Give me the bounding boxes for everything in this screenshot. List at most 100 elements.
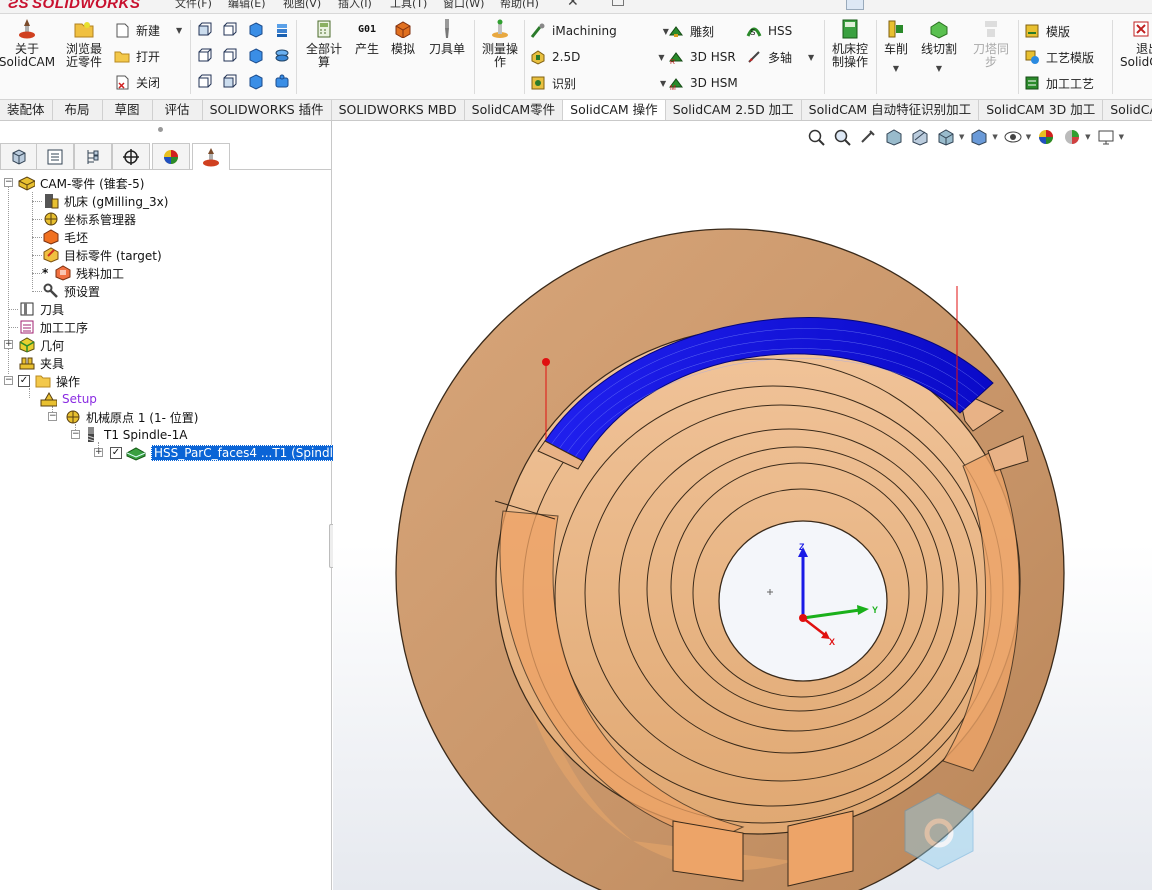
tab-solidcam-part[interactable]: SolidCAM零件 — [465, 100, 564, 120]
part-model-3d[interactable]: Z Y X — [333, 121, 1152, 890]
tool-sheet-button[interactable]: 刀具单 — [424, 18, 470, 56]
expander-operations[interactable]: − — [4, 376, 13, 385]
stack-icon[interactable] — [274, 22, 290, 38]
multiaxis-dropdown-icon[interactable]: ▼ — [808, 53, 814, 62]
cube-wire-icon-2[interactable] — [222, 22, 238, 38]
menu-view[interactable]: 视图(V) — [283, 0, 321, 11]
calculate-all-button[interactable]: 全部计 算 — [302, 18, 346, 69]
hsr-3d-button[interactable]: R 3D HSR — [668, 47, 736, 67]
operation-checkbox[interactable]: ✓ — [110, 447, 122, 459]
close-button[interactable]: 关闭 — [114, 72, 160, 92]
expander-machine-origin[interactable]: − — [48, 412, 57, 421]
expander-tool[interactable]: − — [71, 430, 80, 439]
select-arrow-icon[interactable] — [846, 0, 864, 10]
cube-blue-icon-2[interactable] — [248, 48, 264, 64]
cube-blue-icon[interactable] — [248, 22, 264, 38]
turning-dropdown-icon[interactable]: ▼ — [893, 62, 899, 75]
hsm-3d-button[interactable]: M 3D HSM — [668, 73, 738, 93]
graphics-area[interactable]: ▼ ▼ ▼ ▼ ▼ Z Y X — [333, 121, 1152, 890]
tree-process[interactable]: 加工工序 — [18, 318, 88, 336]
recognize-dropdown-icon[interactable]: ▼ — [660, 79, 666, 88]
open-button[interactable]: 打开 — [114, 46, 160, 66]
tab-solidcam-multiaxis[interactable]: SolidCAM 多轴加工 — [1103, 100, 1152, 120]
tab-feature-manager[interactable] — [0, 143, 38, 169]
template-button[interactable]: 模版 — [1024, 21, 1070, 41]
tab-solidworks-mbd[interactable]: SOLIDWORKS MBD — [332, 100, 465, 120]
new-button[interactable]: 新建 ▼ — [114, 20, 182, 40]
panel-collapse-handle[interactable] — [158, 127, 163, 132]
menu-tools[interactable]: 工具(T) — [390, 0, 427, 11]
tree-machine[interactable]: 机床 (gMilling_3x) — [42, 192, 168, 210]
new-dropdown-icon[interactable]: ▼ — [176, 26, 182, 35]
simulate-button[interactable]: 模拟 — [386, 18, 420, 56]
layers-icon[interactable] — [274, 48, 290, 64]
expander-root[interactable]: − — [4, 178, 13, 187]
op-25d-dropdown-icon[interactable]: ▼ — [658, 53, 664, 62]
solidworks-logo: ƧS SOLIDWORKS — [8, 0, 141, 12]
multiaxis-button[interactable]: 多轴 ▼ — [746, 47, 814, 67]
generate-gcode-button[interactable]: G01 产生 — [350, 18, 384, 56]
cube-wire-icon-4[interactable] — [222, 48, 238, 64]
tree-tool[interactable]: T1 Spindle-1A — [86, 426, 187, 444]
about-solidcam-button[interactable]: 关于 SolidCAM — [0, 18, 55, 69]
tree-machine-origin[interactable]: 机械原点 1 (1- 位置) — [64, 408, 198, 426]
wire-cut-button[interactable]: 线切割 ▼ — [918, 18, 960, 75]
tree-coord-manager[interactable]: 坐标系管理器 — [42, 210, 136, 228]
process-template-button[interactable]: 工艺模版 — [1024, 47, 1094, 67]
op-25d-button[interactable]: 2.5D ▼ — [530, 47, 664, 67]
tab-assembly[interactable]: 装配体 — [0, 100, 53, 120]
measure-operation-button[interactable]: 测量操 作 — [478, 18, 522, 69]
tree-cam-part[interactable]: CAM-零件 (锥套-5) — [18, 174, 144, 192]
tab-solidworks-addins[interactable]: SOLIDWORKS 插件 — [203, 100, 332, 120]
tree-target[interactable]: 目标零件 (target) — [42, 246, 162, 264]
cube-wire-icon[interactable] — [197, 22, 213, 38]
tree-rest-machining[interactable]: * 残料加工 — [42, 264, 124, 282]
menu-file[interactable]: 文件(F) — [175, 0, 212, 11]
machine-control-button[interactable]: 机床控 制操作 — [827, 18, 873, 69]
wire-cut-dropdown-icon[interactable]: ▼ — [936, 62, 942, 75]
tree-geometry[interactable]: 几何 — [18, 336, 64, 354]
tree-stock[interactable]: 毛坯 — [42, 228, 88, 246]
tab-solidcam-afrm[interactable]: SolidCAM 自动特征识别加工 — [802, 100, 980, 120]
tab-layout[interactable]: 布局 — [53, 100, 103, 120]
tree-operation-hss[interactable]: ✓ HSS_ParC_faces4 ...T1 (Spindle-1A) — [110, 444, 369, 462]
tab-configuration-manager[interactable] — [74, 143, 112, 169]
turning-button[interactable]: 车削 ▼ — [880, 18, 912, 75]
machining-process-button[interactable]: 加工工艺 — [1024, 73, 1094, 93]
hss-button[interactable]: S HSS — [746, 21, 792, 41]
exit-solidcam-button[interactable]: 退出 SolidCAM — [1116, 18, 1152, 69]
recent-parts-button[interactable]: 浏览最 近零件 — [60, 18, 108, 69]
expander-geometry[interactable]: + — [4, 340, 13, 349]
tree-setup[interactable]: Setup — [40, 390, 97, 408]
tab-solidcam-25d[interactable]: SolidCAM 2.5D 加工 — [666, 100, 802, 120]
tab-property-manager[interactable] — [36, 143, 74, 169]
tree-preset[interactable]: 预设置 — [42, 282, 100, 300]
menu-edit[interactable]: 编辑(E) — [228, 0, 266, 11]
tool-sync-button[interactable]: 刀塔同 步 — [968, 18, 1014, 69]
tab-solidcam-3d[interactable]: SolidCAM 3D 加工 — [979, 100, 1104, 120]
cube-wire-icon-3[interactable] — [197, 48, 213, 64]
imachining-button[interactable]: iMachining ▼ — [530, 21, 669, 41]
pin-close-icon[interactable]: ✕ — [567, 0, 579, 10]
puzzle-icon[interactable] — [274, 74, 290, 90]
recognize-button[interactable]: 识别 ▼ — [530, 73, 666, 93]
tree-operations[interactable]: ✓ 操作 — [18, 372, 80, 390]
menu-insert[interactable]: 插入(I) — [338, 0, 372, 11]
new-doc-icon[interactable] — [612, 0, 624, 6]
tab-sketch[interactable]: 草图 — [103, 100, 153, 120]
operations-checkbox[interactable]: ✓ — [18, 375, 30, 387]
tree-tools[interactable]: 刀具 — [18, 300, 64, 318]
menu-help[interactable]: 帮助(H) — [500, 0, 539, 11]
tab-display-manager[interactable] — [152, 143, 190, 169]
menu-window[interactable]: 窗口(W) — [443, 0, 484, 11]
tree-fixture[interactable]: 夹具 — [18, 354, 64, 372]
tab-solidcam-manager[interactable] — [192, 143, 230, 170]
cube-wire-icon-5[interactable] — [197, 74, 213, 90]
cube-wire-icon-6[interactable] — [222, 74, 238, 90]
cube-blue-icon-3[interactable] — [248, 74, 264, 90]
expander-operation[interactable]: + — [94, 448, 103, 457]
tab-solidcam-operations[interactable]: SolidCAM 操作 — [563, 100, 666, 120]
tab-evaluate[interactable]: 评估 — [153, 100, 203, 120]
engrave-button[interactable]: 雕刻 — [668, 21, 714, 41]
tab-dimxpert[interactable] — [112, 143, 150, 169]
